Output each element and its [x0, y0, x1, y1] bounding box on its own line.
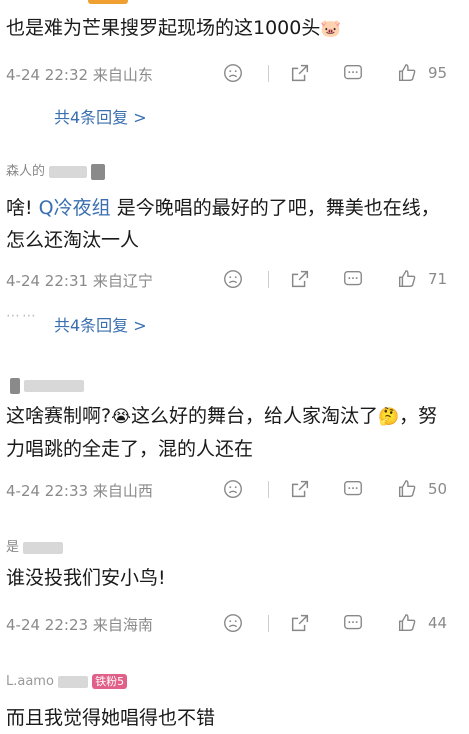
comment-meta: 4-24 22:31 来自辽宁 71: [0, 266, 469, 294]
comment-meta: 4-24 22:33 来自山西 50: [0, 476, 469, 504]
like-count: 50: [428, 480, 448, 498]
username[interactable]: 森人的: [6, 160, 106, 180]
divider: [268, 271, 269, 288]
comment-time-location: 4-24 22:31 来自辽宁: [6, 272, 153, 290]
top-accent-strip: [88, 0, 128, 4]
comment-text: 谁没投我们安小鸟!: [6, 567, 166, 589]
share-icon[interactable]: [289, 612, 313, 636]
blurred-name: [23, 541, 64, 554]
sad-face-icon[interactable]: [222, 612, 246, 636]
mention-link[interactable]: Q冷夜组: [39, 197, 111, 219]
comment-icon[interactable]: [342, 268, 366, 292]
blurred-avatar-mark: [91, 163, 106, 180]
view-replies-link[interactable]: 共4条回复 >: [54, 104, 147, 128]
comment-meta: 4-24 22:32 来自山东 95: [0, 60, 469, 88]
thinking-emoji: 🤔: [377, 407, 400, 427]
like-count: 71: [428, 270, 448, 288]
blurred-name: [49, 165, 88, 178]
share-icon[interactable]: [289, 268, 313, 292]
comment-text: 这啥赛制啊?😭这么好的舞台，给人家淘汰了🤔，努力唱跳的全走了，混的人还在: [6, 405, 438, 460]
sad-face-icon[interactable]: [222, 478, 246, 502]
sad-face-icon[interactable]: [222, 268, 246, 292]
comment-icon[interactable]: [342, 62, 366, 86]
view-replies-link[interactable]: ⋯⋯ 共4条回复 >: [6, 308, 147, 336]
comment-text: 也是难为芒果搜罗起现场的这1000头🐷: [6, 17, 342, 39]
thumbs-up-icon[interactable]: [396, 478, 420, 502]
share-icon[interactable]: [289, 62, 313, 86]
comment-icon[interactable]: [342, 478, 366, 502]
comment-time-location: 4-24 22:23 来自海南: [6, 616, 153, 634]
username[interactable]: L.aamo 铁粉5: [6, 674, 128, 694]
divider: [268, 481, 269, 498]
thumbs-up-icon[interactable]: [396, 62, 420, 86]
sad-face-icon[interactable]: [222, 62, 246, 86]
comment-time-location: 4-24 22:33 来自山西: [6, 482, 153, 500]
pig-emoji: 🐷: [320, 19, 342, 39]
crying-emoji: 😭: [111, 407, 131, 427]
like-count: 95: [428, 64, 448, 82]
fan-level-badge: 铁粉5: [92, 674, 128, 689]
divider: [268, 65, 269, 82]
reply-dots: ⋯⋯: [6, 308, 38, 324]
blurred-name: [24, 380, 84, 392]
comment-text: 啥! Q冷夜组 是今晚唱的最好的了吧，舞美也在线，怎么还淘汰一人: [6, 197, 440, 251]
divider: [268, 615, 269, 632]
share-icon[interactable]: [289, 478, 313, 502]
comment-icon[interactable]: [342, 612, 366, 636]
username[interactable]: [6, 378, 84, 398]
username[interactable]: 是: [6, 536, 64, 556]
blurred-avatar-mark: [10, 378, 20, 394]
blurred-name: [57, 675, 88, 688]
comment-meta: 4-24 22:23 来自海南 44: [0, 610, 469, 638]
thumbs-up-icon[interactable]: [396, 612, 420, 636]
comment-time-location: 4-24 22:32 来自山东: [6, 66, 153, 84]
like-count: 44: [428, 614, 448, 632]
comment-text: 而且我觉得她唱得也不错: [6, 707, 216, 729]
thumbs-up-icon[interactable]: [396, 268, 420, 292]
